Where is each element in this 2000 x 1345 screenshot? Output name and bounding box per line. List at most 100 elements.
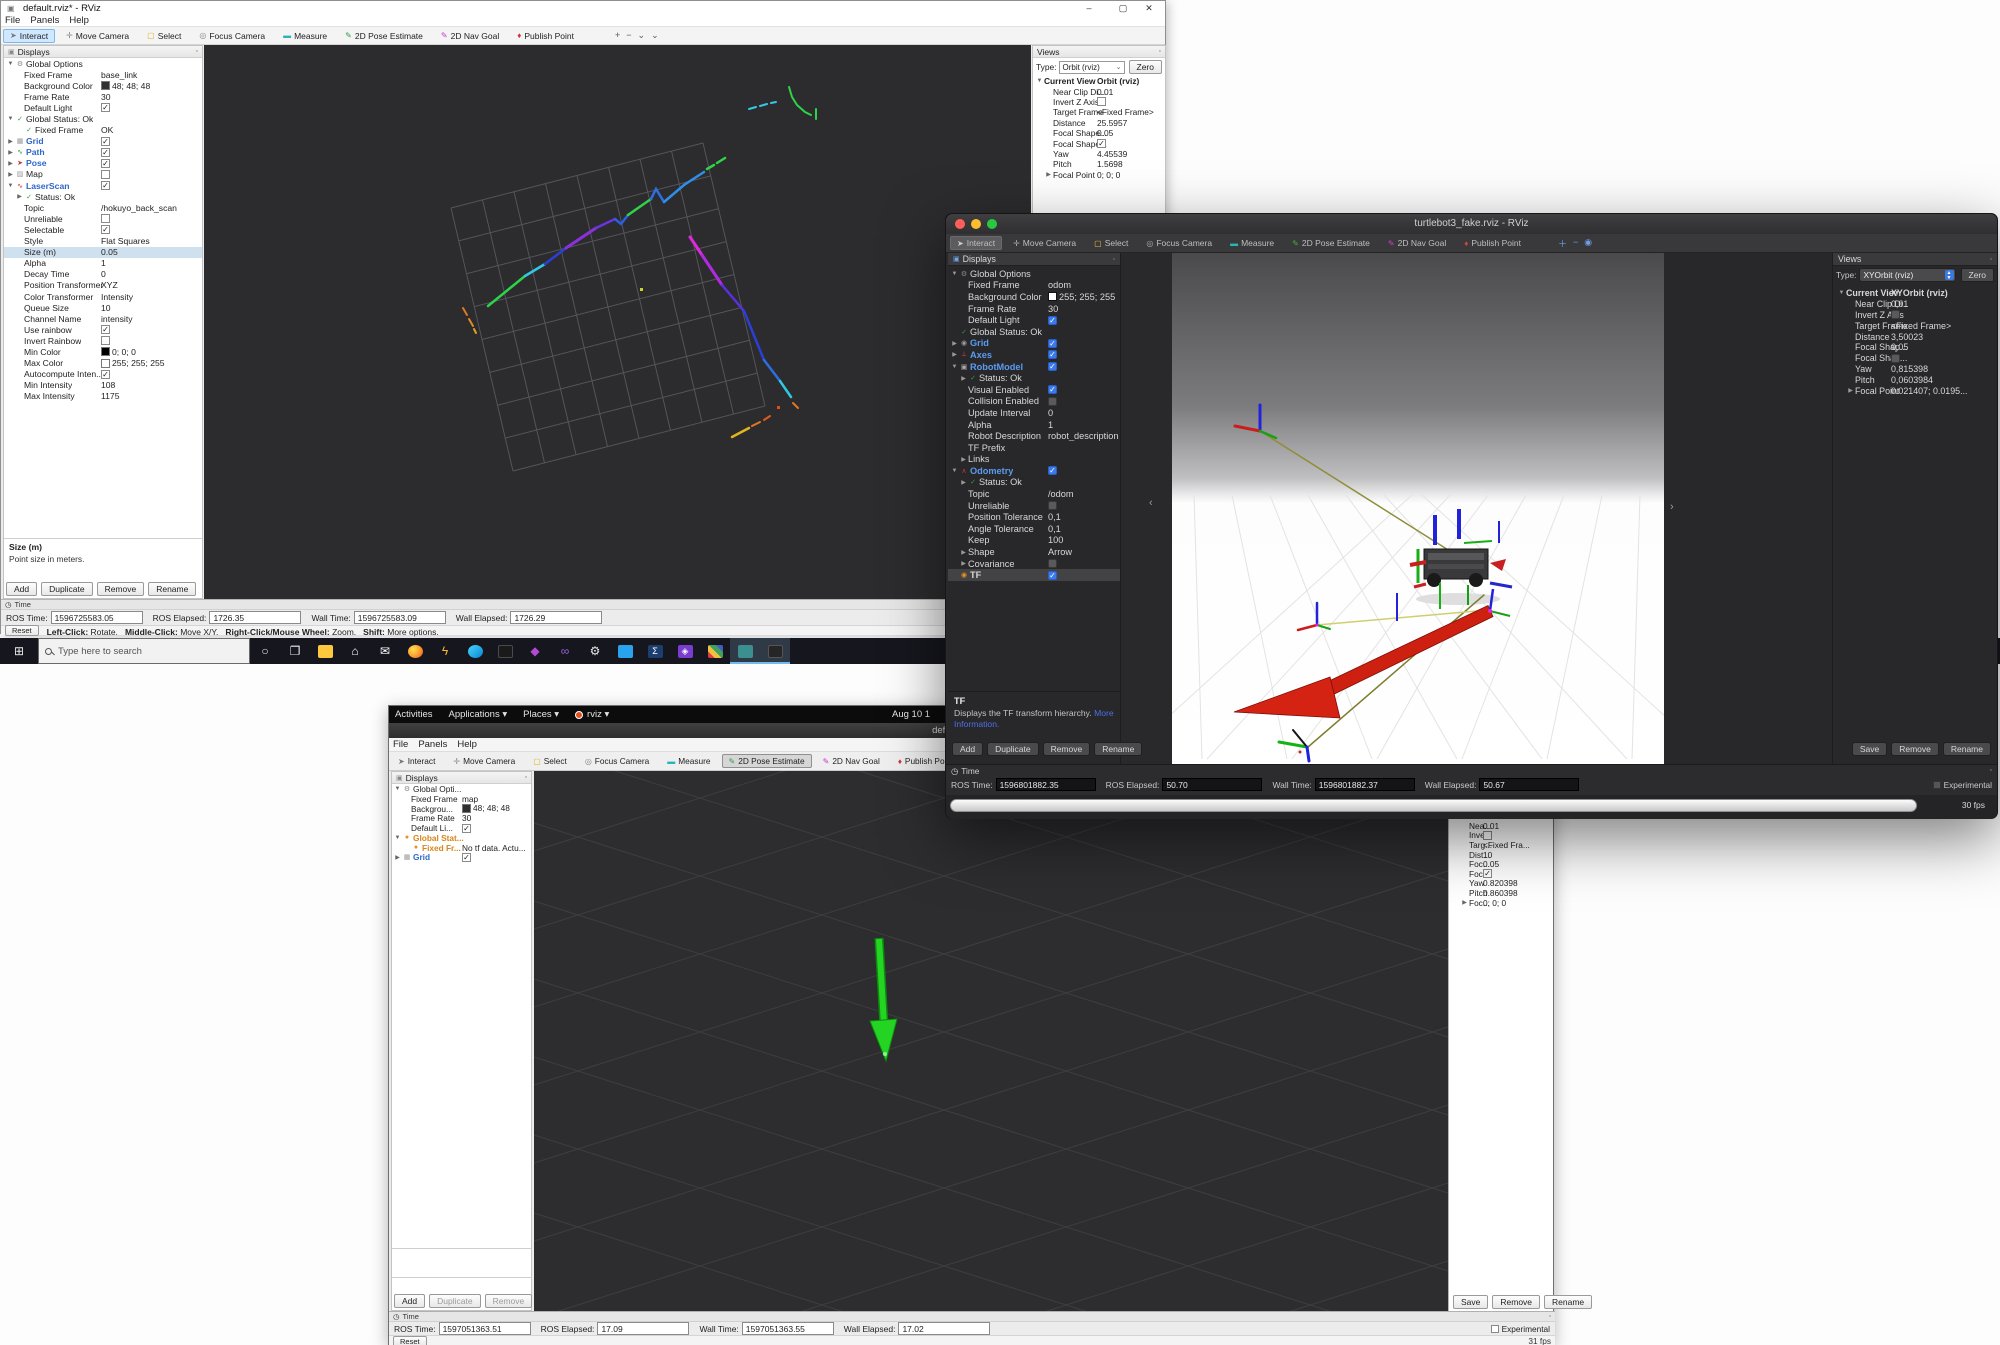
property-value[interactable]: 0,1 [1048, 512, 1119, 522]
minimize-button[interactable]: – [1073, 1, 1105, 15]
property-value[interactable]: map [462, 794, 530, 804]
tree-row[interactable]: Selectable✓ [4, 224, 202, 235]
undock-icon[interactable]: ▫ [1159, 48, 1161, 55]
property-value[interactable]: ✓ [1483, 869, 1552, 878]
tree-row[interactable]: ▼▣RobotModel✓ [948, 361, 1120, 373]
expander-arrow[interactable]: ▼ [950, 364, 959, 370]
checkbox[interactable] [1048, 397, 1057, 406]
property-value[interactable]: intensity [101, 314, 201, 324]
maximize-button[interactable] [987, 219, 997, 229]
reset-button[interactable]: Reset [5, 625, 39, 636]
property-value[interactable] [1048, 501, 1119, 510]
tree-row[interactable]: ✓Fixed FrameOK [4, 125, 202, 136]
property-value[interactable] [101, 336, 201, 345]
property-value[interactable]: Intensity [101, 292, 201, 302]
property-value[interactable]: 0.01 [1097, 87, 1164, 97]
checkbox[interactable]: ✓ [1048, 385, 1057, 394]
tree-row[interactable]: Focal Shap... [1833, 353, 1997, 364]
remove-button[interactable]: Remove [1043, 742, 1091, 756]
tree-row[interactable]: Topic/odom [948, 488, 1120, 500]
property-value[interactable]: 1175 [101, 391, 201, 401]
tree-row[interactable]: Nea...0.01 [1449, 821, 1553, 831]
tree-row[interactable]: Alpha1 [4, 258, 202, 269]
property-value[interactable]: 0.05 [1483, 859, 1552, 869]
reset-button[interactable]: Reset [393, 1336, 427, 1345]
time-panel-header[interactable]: ◷ Time ▫ [389, 1312, 1555, 1322]
rename-button[interactable]: Rename [1544, 1295, 1592, 1309]
tool-move-camera[interactable]: ✛Move Camera [446, 754, 522, 768]
tree-row[interactable]: ▶✓Status: Ok [948, 477, 1120, 489]
collapse-right-icon[interactable]: › [1670, 501, 1674, 513]
tree-row[interactable]: ✓Global Status: Ok [948, 326, 1120, 338]
remove-button[interactable]: Remove [1492, 1295, 1540, 1309]
checkbox[interactable]: ✓ [1048, 466, 1057, 475]
save-button[interactable]: Save [1852, 742, 1887, 756]
tree-row[interactable]: ▶⟂Axes✓ [948, 349, 1120, 361]
property-value[interactable]: 255; 255; 255 [101, 358, 201, 368]
time-field[interactable]: 1597051363.51 [439, 1322, 531, 1335]
duplicate-button[interactable]: Duplicate [41, 582, 92, 596]
tree-row[interactable]: ▼●Global Stat... [392, 833, 531, 843]
undock-icon[interactable]: ▫ [1990, 256, 1992, 263]
menu-panels[interactable]: Panels [30, 15, 59, 26]
property-value[interactable]: ✓ [1048, 362, 1119, 371]
expander-arrow[interactable]: ▶ [393, 854, 402, 861]
undock-icon[interactable]: ▫ [525, 774, 527, 781]
checkbox[interactable] [101, 170, 110, 179]
tree-row[interactable]: Yaw0,815398 [1833, 364, 1997, 375]
duplicate-button[interactable]: Duplicate [429, 1294, 480, 1308]
tree-row[interactable]: Default Light✓ [948, 314, 1120, 326]
checkbox[interactable]: ✓ [1048, 350, 1057, 359]
menu-help[interactable]: Help [457, 739, 477, 750]
tree-row[interactable]: Distance25.5957 [1033, 118, 1165, 128]
expander-arrow[interactable]: ▶ [6, 171, 15, 178]
ros-grid-icon[interactable] [700, 638, 730, 664]
menu-panels[interactable]: Panels [418, 739, 447, 750]
property-value[interactable]: ✓ [1048, 466, 1119, 475]
powershell-icon[interactable]: Σ [640, 638, 670, 664]
checkbox[interactable] [1048, 501, 1057, 510]
terminal-icon[interactable] [490, 638, 520, 664]
tree-row[interactable]: ▶Covariance [948, 558, 1120, 570]
expander-arrow[interactable]: ▶ [1846, 387, 1855, 394]
property-value[interactable]: Arrow [1048, 547, 1119, 557]
close-button[interactable] [955, 219, 965, 229]
expander-arrow[interactable]: ▶ [959, 549, 968, 556]
views-panel-header[interactable]: Views ▫ [1833, 253, 1997, 266]
property-value[interactable] [101, 170, 201, 179]
rename-button[interactable]: Rename [1943, 742, 1991, 756]
tree-row[interactable]: Yaw4.45539 [1033, 149, 1165, 159]
minimize-button[interactable] [971, 219, 981, 229]
tool-measure[interactable]: ▬Measure [1223, 236, 1281, 250]
tree-row[interactable]: Queue Size10 [4, 302, 202, 313]
tree-row[interactable]: Robot Descriptionrobot_description [948, 430, 1120, 442]
tool-focus-camera[interactable]: ◎Focus Camera [578, 754, 656, 768]
property-value[interactable]: <Fixed Frame> [1097, 107, 1164, 117]
tree-row[interactable]: ▶Foc...0; 0; 0 [1449, 898, 1553, 908]
tree-row[interactable]: Fixed Framebase_link [4, 69, 202, 80]
tree-row[interactable]: ▶Links [948, 454, 1120, 466]
time-field[interactable]: 50.70 [1162, 778, 1262, 791]
time-field[interactable]: 50.67 [1479, 778, 1579, 791]
checkbox[interactable]: ✓ [462, 824, 471, 833]
expander-arrow[interactable]: ▼ [1035, 78, 1044, 84]
tree-row[interactable]: Inve... [1449, 831, 1553, 841]
gnome-places[interactable]: Places ▾ [523, 709, 559, 720]
tree-row[interactable]: Min Intensity108 [4, 380, 202, 391]
property-value[interactable]: ✓ [101, 148, 201, 157]
tree-row[interactable]: Focal Shap...0,05 [1833, 342, 1997, 353]
property-value[interactable]: OK [101, 125, 201, 135]
diamond-icon[interactable]: ◆ [520, 638, 550, 664]
property-value[interactable]: ✓ [101, 103, 201, 112]
property-value[interactable]: 100 [1048, 535, 1119, 545]
gnome-applications[interactable]: Applications ▾ [448, 709, 507, 720]
tool-select[interactable]: ▢Select [1087, 236, 1135, 250]
gnome-activities[interactable]: Activities [395, 709, 432, 720]
tool-2d-nav-goal[interactable]: ✎2D Nav Goal [434, 29, 506, 43]
checkbox[interactable] [101, 214, 110, 223]
tree-row[interactable]: Visual Enabled✓ [948, 384, 1120, 396]
tree-row[interactable]: ▶✓Status: Ok [948, 372, 1120, 384]
checkbox[interactable]: ✓ [101, 159, 110, 168]
property-value[interactable]: 30 [101, 92, 201, 102]
expander-arrow[interactable]: ▶ [1460, 899, 1469, 906]
